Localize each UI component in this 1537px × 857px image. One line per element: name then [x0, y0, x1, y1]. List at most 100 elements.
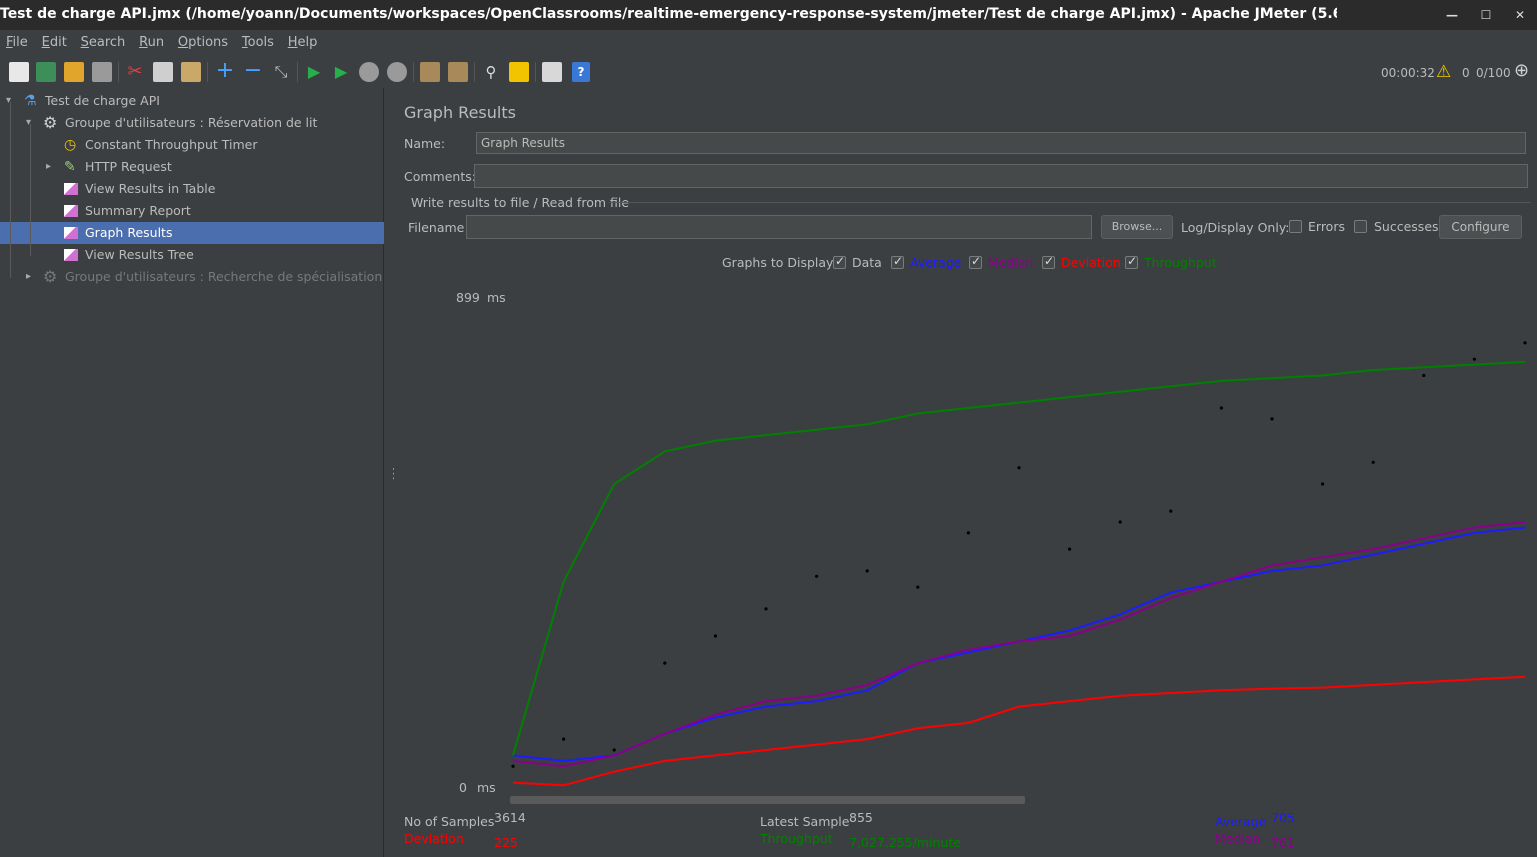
menu-bar: File Edit Search Run Options Tools Help — [0, 32, 1537, 54]
tree-item-http-request[interactable]: ▸ ✎ HTTP Request — [0, 156, 380, 178]
remote-icon[interactable]: ⊕ — [1514, 60, 1529, 81]
y-axis-min: 0 — [459, 780, 467, 795]
tree-item-view-results-table[interactable]: View Results in Table — [0, 178, 380, 200]
window-titlebar: Test de charge API.jmx (/home/yoann/Docu… — [0, 0, 1537, 30]
median-value: 761 — [1271, 835, 1295, 850]
graph-icon — [64, 183, 78, 195]
function-helper-icon[interactable] — [542, 62, 562, 82]
average-label: Average — [1215, 814, 1267, 829]
timer-icon: ◷ — [64, 137, 77, 153]
graph-icon — [64, 227, 78, 239]
chevron-down-icon[interactable]: ▾ — [6, 90, 16, 112]
tree-guide — [10, 102, 11, 278]
collapse-icon[interactable]: − — [243, 60, 263, 82]
samples-value: 3614 — [494, 810, 526, 825]
deviation-checkbox[interactable] — [1042, 254, 1055, 269]
tree-item-thread-group-recherche[interactable]: ▸ ⚙ Groupe d'utilisateurs : Recherche de… — [0, 266, 382, 288]
data-toggle-label: Data — [852, 255, 882, 270]
browse-button[interactable]: Browse... — [1101, 215, 1173, 239]
clear-all-icon[interactable] — [448, 62, 468, 82]
successes-label: Successes — [1374, 219, 1439, 234]
chevron-right-icon[interactable]: ▸ — [46, 156, 56, 178]
data-point — [1118, 520, 1122, 524]
data-point — [865, 569, 869, 573]
filename-label: Filename — [408, 220, 465, 235]
chevron-down-icon[interactable]: ▾ — [26, 112, 36, 134]
paste-icon[interactable] — [181, 62, 201, 82]
cut-icon[interactable]: ✂ — [125, 62, 145, 82]
thread-count: 0/100 — [1476, 66, 1511, 80]
average-checkbox[interactable] — [891, 254, 904, 269]
save-icon[interactable] — [92, 62, 112, 82]
start-no-pause-icon[interactable]: ▶ — [331, 62, 351, 82]
graph-icon — [64, 249, 78, 261]
new-icon[interactable] — [9, 62, 29, 82]
menu-search[interactable]: Search — [75, 32, 130, 50]
name-field[interactable]: Graph Results — [476, 132, 1526, 154]
menu-file[interactable]: File — [0, 32, 32, 50]
menu-options[interactable]: Options — [172, 32, 232, 50]
templates-icon[interactable] — [36, 62, 56, 82]
tree-item-label: Constant Throughput Timer — [85, 137, 258, 152]
data-point — [916, 585, 920, 589]
tree-item-constant-throughput-timer[interactable]: ◷ Constant Throughput Timer — [0, 134, 380, 156]
series-line-throughput — [512, 360, 1526, 756]
y-axis-unit-top: ms — [487, 290, 506, 305]
data-point — [663, 661, 667, 665]
clear-icon[interactable] — [420, 62, 440, 82]
errors-checkbox[interactable] — [1289, 220, 1302, 233]
graph-scrollbar[interactable] — [510, 796, 1025, 804]
stop-icon[interactable] — [359, 62, 379, 82]
warning-icon[interactable]: ⚠ — [1436, 62, 1451, 82]
split-pane-divider[interactable]: ⋮ — [385, 88, 401, 857]
data-point — [1472, 357, 1476, 361]
toolbar: ✂ + − ⤡ ▶ ▶ ⚲ ? 00:00:32 ⚠ 0 0/100 ⊕ — [0, 56, 1537, 88]
menu-edit[interactable]: Edit — [36, 32, 71, 50]
configure-button[interactable]: Configure — [1439, 215, 1522, 239]
tree-item-thread-group-reservation[interactable]: ▾ ⚙ Groupe d'utilisateurs : Réservation … — [0, 112, 380, 134]
toggle-icon[interactable]: ⤡ — [271, 62, 291, 82]
menu-run[interactable]: Run — [133, 32, 168, 50]
median-checkbox[interactable] — [969, 254, 982, 269]
throughput-checkbox[interactable] — [1125, 254, 1138, 269]
y-axis-unit-bottom: ms — [477, 780, 496, 795]
reset-search-icon[interactable] — [509, 62, 529, 82]
data-checkbox[interactable] — [833, 254, 846, 269]
filename-field[interactable] — [466, 215, 1092, 239]
test-plan-tree: ▾ ⚗ Test de charge API ▾ ⚙ Groupe d'util… — [0, 88, 384, 857]
menu-help[interactable]: Help — [282, 32, 322, 50]
copy-icon[interactable] — [153, 62, 173, 82]
throughput-label: Throughput — [760, 831, 833, 846]
deviation-value: 225 — [494, 835, 518, 850]
successes-checkbox[interactable] — [1354, 220, 1367, 233]
comments-field[interactable] — [474, 164, 1528, 188]
data-point — [1017, 466, 1021, 470]
tree-item-label: View Results Tree — [85, 247, 194, 262]
tree-item-label: Graph Results — [85, 225, 173, 240]
tree-item-graph-results[interactable]: Graph Results — [0, 222, 384, 244]
series-line-deviation — [512, 675, 1526, 787]
expand-icon[interactable]: + — [215, 60, 235, 82]
tree-item-label: Test de charge API — [45, 93, 160, 108]
start-icon[interactable]: ▶ — [304, 62, 324, 82]
menu-tools[interactable]: Tools — [236, 32, 278, 50]
window-title: Test de charge API.jmx (/home/yoann/Docu… — [0, 6, 1337, 22]
pipette-icon: ✎ — [64, 159, 76, 175]
chevron-right-icon[interactable]: ▸ — [26, 266, 36, 288]
open-icon[interactable] — [64, 62, 84, 82]
search-icon[interactable]: ⚲ — [481, 62, 501, 82]
tree-item-view-results-tree[interactable]: View Results Tree — [0, 244, 380, 266]
minimize-icon[interactable]: — — [1442, 5, 1462, 25]
graphs-to-display-label: Graphs to Display — [722, 255, 834, 270]
close-icon[interactable]: ✕ — [1510, 5, 1530, 25]
shutdown-icon[interactable] — [387, 62, 407, 82]
gear-icon: ⚙ — [43, 267, 58, 286]
tree-item-test-plan[interactable]: ▾ ⚗ Test de charge API — [0, 90, 380, 112]
tree-item-summary-report[interactable]: Summary Report — [0, 200, 380, 222]
help-icon[interactable]: ? — [572, 62, 590, 82]
data-point — [764, 607, 768, 611]
data-point — [1068, 547, 1072, 551]
maximize-icon[interactable]: ☐ — [1476, 5, 1496, 25]
log-display-label: Log/Display Only: — [1181, 220, 1290, 235]
median-label: Median — [1215, 831, 1261, 846]
